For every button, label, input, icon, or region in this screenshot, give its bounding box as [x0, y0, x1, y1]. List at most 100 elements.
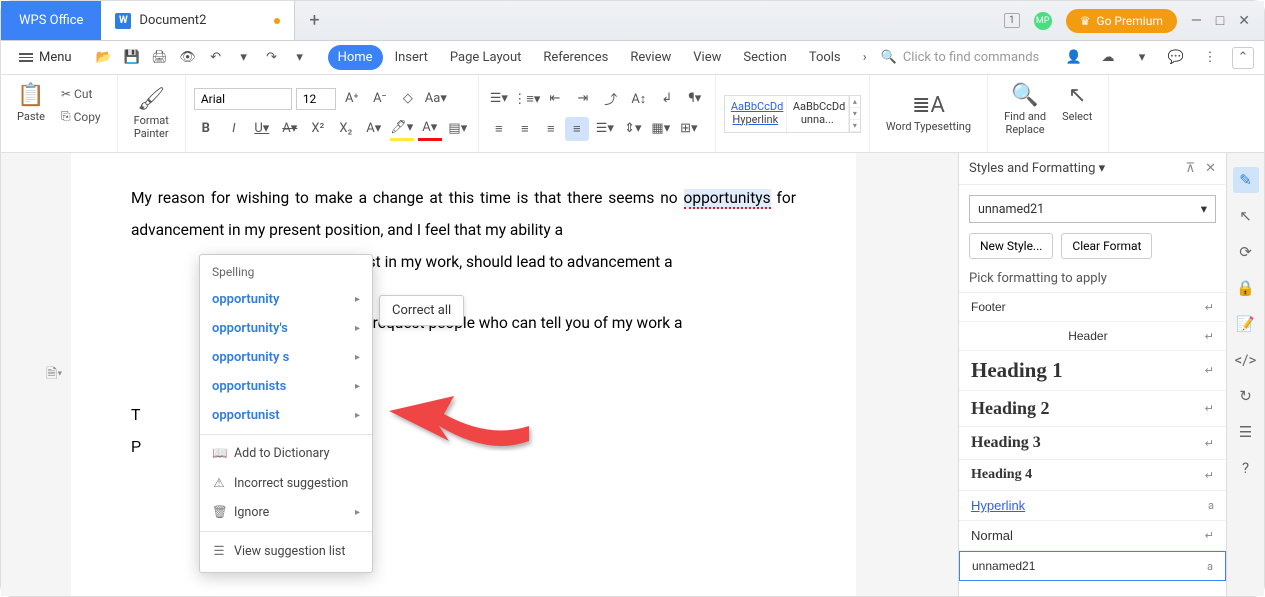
format-painter-button[interactable]: 🖌 Format Painter	[126, 83, 177, 144]
correct-all-button[interactable]: Correct all	[379, 295, 464, 326]
tabs-scroll-right[interactable]: ›	[853, 45, 877, 69]
suggestion-opportunist[interactable]: opportunist▸	[200, 401, 372, 430]
style-item-h1[interactable]: Heading 1↵	[959, 351, 1226, 391]
close-panel-button[interactable]: ✕	[1205, 161, 1216, 176]
cloud-button[interactable]: ☁	[1096, 46, 1120, 70]
tab-page-layout[interactable]: Page Layout	[440, 45, 532, 70]
font-name-input[interactable]	[194, 88, 292, 110]
styles-side-button[interactable]: ✎	[1233, 167, 1259, 193]
change-case-button[interactable]: Aa▾	[424, 87, 448, 111]
tab-section[interactable]: Section	[733, 45, 796, 70]
tab-view[interactable]: View	[683, 45, 731, 70]
suggestion-opportunity-s[interactable]: opportunity s▸	[200, 343, 372, 372]
borders-button[interactable]: ⊞▾	[677, 117, 701, 141]
paste-button[interactable]: 📋 Paste	[9, 79, 53, 148]
window-count-badge[interactable]: 1	[1004, 13, 1020, 28]
tab-home[interactable]: Home	[328, 45, 383, 70]
line-spacing-button[interactable]: ⇕▾	[621, 117, 645, 141]
undo-dropdown[interactable]: ▾	[232, 46, 256, 70]
cut-button[interactable]: ✂Cut	[57, 85, 105, 103]
word-typesetting-button[interactable]: ≣A Word Typesetting	[878, 89, 979, 137]
numbering-button[interactable]: ⋮≡▾	[515, 87, 539, 111]
suggestion-opportunity[interactable]: opportunity▸	[200, 285, 372, 314]
redo-dropdown[interactable]: ▾	[288, 46, 312, 70]
note-side-button[interactable]: 📝	[1233, 311, 1259, 337]
style-item-sel[interactable]: unnamed21a	[959, 551, 1226, 581]
show-marks-button[interactable]: ¶▾	[683, 87, 707, 111]
tools-dropdown[interactable]: ▾	[1130, 46, 1154, 70]
style-item-h3[interactable]: Heading 3↵	[959, 427, 1226, 460]
more-button[interactable]: ⋮	[1198, 46, 1222, 70]
undo-button[interactable]: ↶	[204, 46, 228, 70]
open-button[interactable]: 📂	[92, 46, 116, 70]
suggestion-opportunitys-apos[interactable]: opportunity's▸	[200, 314, 372, 343]
help-side-button[interactable]: ?	[1233, 455, 1259, 481]
increase-indent-button[interactable]: ⇥	[571, 87, 595, 111]
new-tab-button[interactable]: +	[295, 10, 333, 31]
style-item-normal[interactable]: Normal↵	[959, 521, 1226, 551]
strikethrough-button[interactable]: A▾	[278, 117, 302, 141]
style-item-hyper[interactable]: Hyperlinka	[959, 491, 1226, 521]
add-to-dictionary-button[interactable]: 📖Add to Dictionary	[200, 439, 372, 468]
line-jump-button[interactable]: ↲	[655, 87, 679, 111]
styles-list[interactable]: Footer↵Header↵Heading 1↵Heading 2↵Headin…	[959, 292, 1226, 596]
grow-font-button[interactable]: A⁺	[340, 87, 364, 111]
style-item-h2[interactable]: Heading 2↵	[959, 391, 1226, 427]
page-icon[interactable]: 🗎▾	[46, 363, 62, 387]
view-suggestion-list-button[interactable]: ☰View suggestion list	[200, 536, 372, 566]
subscript-button[interactable]: X₂	[334, 117, 358, 141]
minimize-button[interactable]: —	[1191, 13, 1202, 29]
close-button[interactable]: ✕	[1238, 13, 1250, 29]
document-page[interactable]: My reason for wishing to make a change a…	[71, 153, 856, 596]
print-preview-button[interactable]: 👁	[176, 46, 200, 70]
share-button[interactable]: 👤	[1062, 46, 1086, 70]
align-right-button[interactable]: ≡	[539, 117, 563, 141]
styles-scroll[interactable]: ▴▾▾	[849, 96, 860, 132]
command-search[interactable]: 🔍 Click to find commands	[881, 50, 1046, 65]
spelling-error[interactable]: opportunitys	[684, 189, 771, 209]
text-effects-button[interactable]: A▾	[362, 117, 386, 141]
list-side-button[interactable]: ☰	[1233, 419, 1259, 445]
clear-format-button[interactable]: ◇	[396, 87, 420, 111]
sort-button[interactable]: ⤴	[599, 87, 623, 111]
tab-references[interactable]: References	[533, 45, 618, 70]
shading2-button[interactable]: ▦▾	[649, 117, 673, 141]
collapse-ribbon-button[interactable]: ⌃	[1232, 47, 1254, 69]
tab-review[interactable]: Review	[620, 45, 681, 70]
go-premium-button[interactable]: ♛ Go Premium	[1066, 9, 1177, 33]
style-item-footer[interactable]: Footer↵	[959, 293, 1226, 322]
copy-button[interactable]: ⎘Copy	[57, 107, 105, 126]
new-style-button[interactable]: New Style...	[969, 233, 1053, 259]
tab-tools[interactable]: Tools	[799, 45, 851, 70]
app-tab[interactable]: WPS Office	[1, 1, 101, 40]
menu-button[interactable]: Menu	[11, 46, 80, 69]
italic-button[interactable]: I	[222, 117, 246, 141]
superscript-button[interactable]: X²	[306, 117, 330, 141]
select-side-button[interactable]: ↖	[1233, 203, 1259, 229]
bold-button[interactable]: B	[194, 117, 218, 141]
tab-insert[interactable]: Insert	[385, 45, 438, 70]
decrease-indent-button[interactable]: ⇤	[543, 87, 567, 111]
font-size-input[interactable]	[296, 88, 336, 110]
navigation-side-button[interactable]: ⟳	[1233, 239, 1259, 265]
incorrect-suggestion-button[interactable]: ⚠Incorrect suggestion	[200, 468, 372, 498]
highlight-button[interactable]: 🖊▾	[390, 117, 414, 141]
history-side-button[interactable]: ↻	[1233, 383, 1259, 409]
style-unnamed[interactable]: AaBbCcDd unna...	[787, 96, 849, 132]
style-hyperlink[interactable]: AaBbCcDd Hyperlink	[725, 96, 787, 132]
save-button[interactable]: 💾	[120, 46, 144, 70]
print-button[interactable]: 🖨	[148, 46, 172, 70]
text-direction-button[interactable]: A↕	[627, 87, 651, 111]
document-tab[interactable]: W Document2	[101, 1, 295, 40]
clear-format-button[interactable]: Clear Format	[1061, 233, 1152, 259]
style-item-header[interactable]: Header↵	[959, 322, 1226, 351]
bullets-button[interactable]: ☰▾	[487, 87, 511, 111]
ignore-button[interactable]: 🗑Ignore▸	[200, 498, 372, 527]
shrink-font-button[interactable]: A⁻	[368, 87, 392, 111]
align-justify-button[interactable]: ≡	[565, 117, 589, 141]
align-left-button[interactable]: ≡	[487, 117, 511, 141]
shading-button[interactable]: ▤▾	[446, 117, 470, 141]
select-button[interactable]: ↖ Select	[1054, 79, 1100, 148]
lock-side-button[interactable]: 🔒	[1233, 275, 1259, 301]
suggestion-opportunists[interactable]: opportunists▸	[200, 372, 372, 401]
